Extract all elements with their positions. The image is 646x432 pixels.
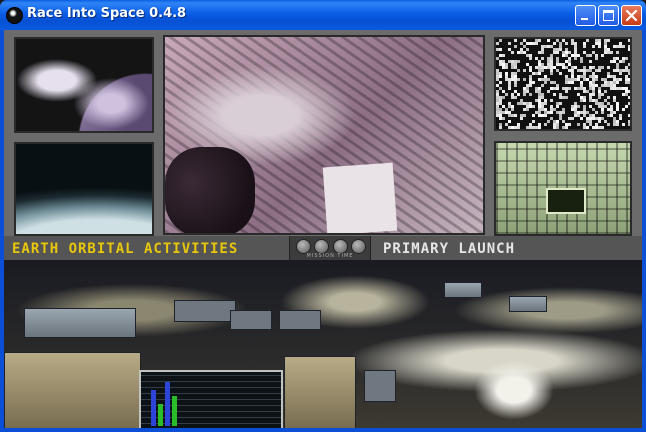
maximize-button[interactable]: [598, 5, 619, 26]
instrument-console-image: [494, 141, 632, 236]
game-viewport[interactable]: EARTH ORBITAL ACTIVITIES MISSION TIME PR…: [4, 30, 642, 428]
mission-time-label: MISSION TIME: [306, 253, 354, 259]
mission-phase-label: PRIMARY LAUNCH: [383, 241, 516, 257]
control-console: [509, 296, 547, 312]
astronaut-shadow: [165, 147, 255, 233]
mission-label-strip: EARTH ORBITAL ACTIVITIES MISSION TIME PR…: [4, 236, 642, 260]
mission-time-dial: [314, 239, 329, 254]
title-bar[interactable]: Race Into Space 0.4.8: [0, 0, 646, 30]
minimize-button[interactable]: [575, 5, 596, 26]
control-console: [364, 370, 396, 402]
close-icon: [625, 9, 638, 22]
earth-view-top-image: [14, 37, 154, 133]
mission-time-dial: [333, 239, 348, 254]
mission-time-dial: [296, 239, 311, 254]
telemetry-bar: [151, 390, 156, 426]
telemetry-screen: [139, 370, 283, 428]
control-console: [230, 310, 272, 330]
cockpit-interior-image: [163, 35, 485, 235]
light-glare: [474, 360, 554, 420]
console-scope: [546, 188, 586, 214]
telemetry-bar: [165, 382, 170, 426]
earth-horizon-image: [14, 142, 154, 236]
telemetry-bar: [158, 404, 163, 426]
mission-control-room-image: [4, 260, 642, 428]
checklist-sheet: [322, 162, 398, 233]
mission-time-dial: [351, 239, 366, 254]
window-frame-bottom: [0, 428, 646, 432]
minimize-icon: [581, 18, 588, 20]
mission-name-label: EARTH ORBITAL ACTIVITIES: [12, 241, 239, 257]
app-icon[interactable]: [6, 7, 23, 24]
control-console: [279, 310, 321, 330]
window-title: Race Into Space 0.4.8: [27, 6, 187, 21]
maximize-icon: [603, 10, 614, 21]
telemetry-bar: [172, 396, 177, 426]
close-button[interactable]: [621, 5, 642, 26]
control-console: [24, 308, 136, 338]
static-noise-image: [496, 39, 630, 129]
control-console: [174, 300, 236, 322]
control-console: [4, 352, 141, 428]
control-console: [444, 282, 482, 298]
static-noise-monitor: [494, 37, 632, 131]
control-console: [284, 356, 356, 428]
window-frame-right: [642, 30, 646, 432]
mission-time-dials: MISSION TIME: [289, 236, 371, 260]
